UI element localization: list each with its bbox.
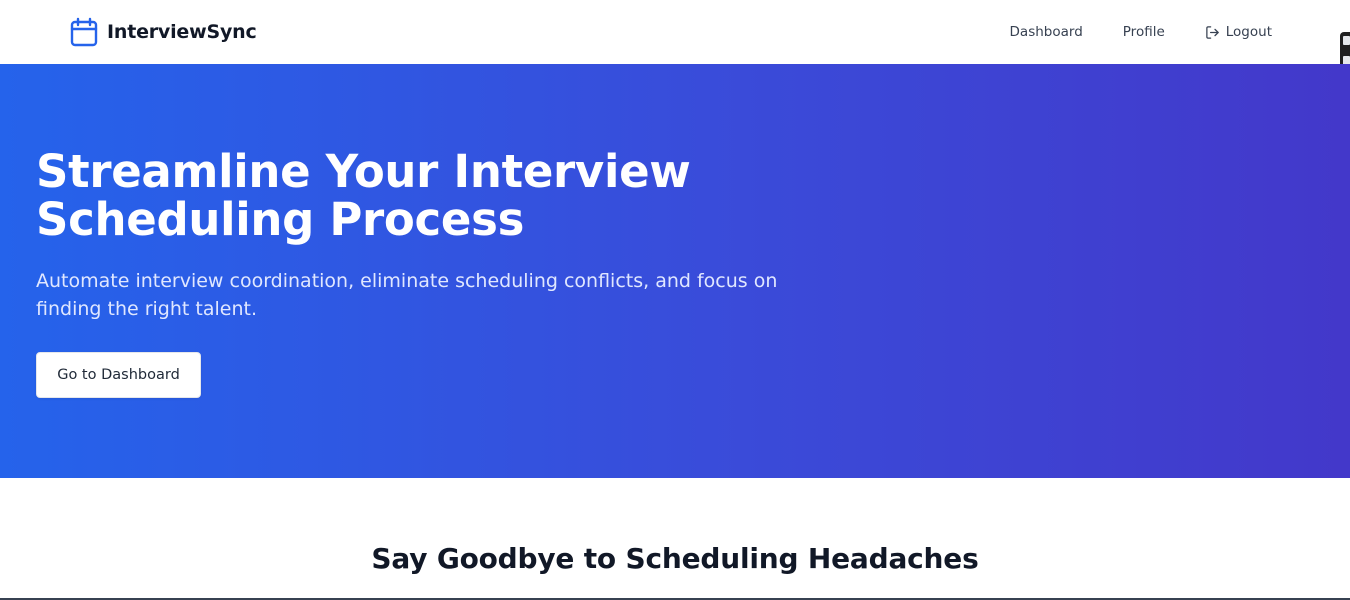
nav-logout-link[interactable]: Logout: [1205, 24, 1272, 40]
nav-dashboard-link[interactable]: Dashboard: [1010, 24, 1083, 40]
toolbar-icon[interactable]: [1343, 36, 1350, 45]
hero-section: Streamline Your Interview Scheduling Pro…: [0, 64, 1350, 478]
hero-subtitle: Automate interview coordination, elimina…: [36, 270, 778, 320]
hero-title-line-1: Streamline Your Interview: [36, 145, 691, 198]
calendar-icon: [70, 17, 98, 47]
hero-title: Streamline Your Interview Scheduling Pro…: [36, 148, 736, 244]
features-heading: Say Goodbye to Scheduling Headaches: [371, 542, 979, 575]
nav-profile-link[interactable]: Profile: [1123, 24, 1165, 40]
brand-name: InterviewSync: [107, 21, 257, 43]
logout-icon: [1205, 25, 1220, 40]
brand-logo[interactable]: InterviewSync: [70, 16, 257, 48]
hero-title-line-2: Scheduling Process: [36, 193, 525, 246]
top-navbar: InterviewSync Dashboard Profile Logout: [0, 0, 1350, 64]
nav-logout-label: Logout: [1225, 24, 1272, 40]
go-to-dashboard-button[interactable]: Go to Dashboard: [36, 352, 201, 398]
main-nav: Dashboard Profile Logout: [1010, 22, 1272, 42]
